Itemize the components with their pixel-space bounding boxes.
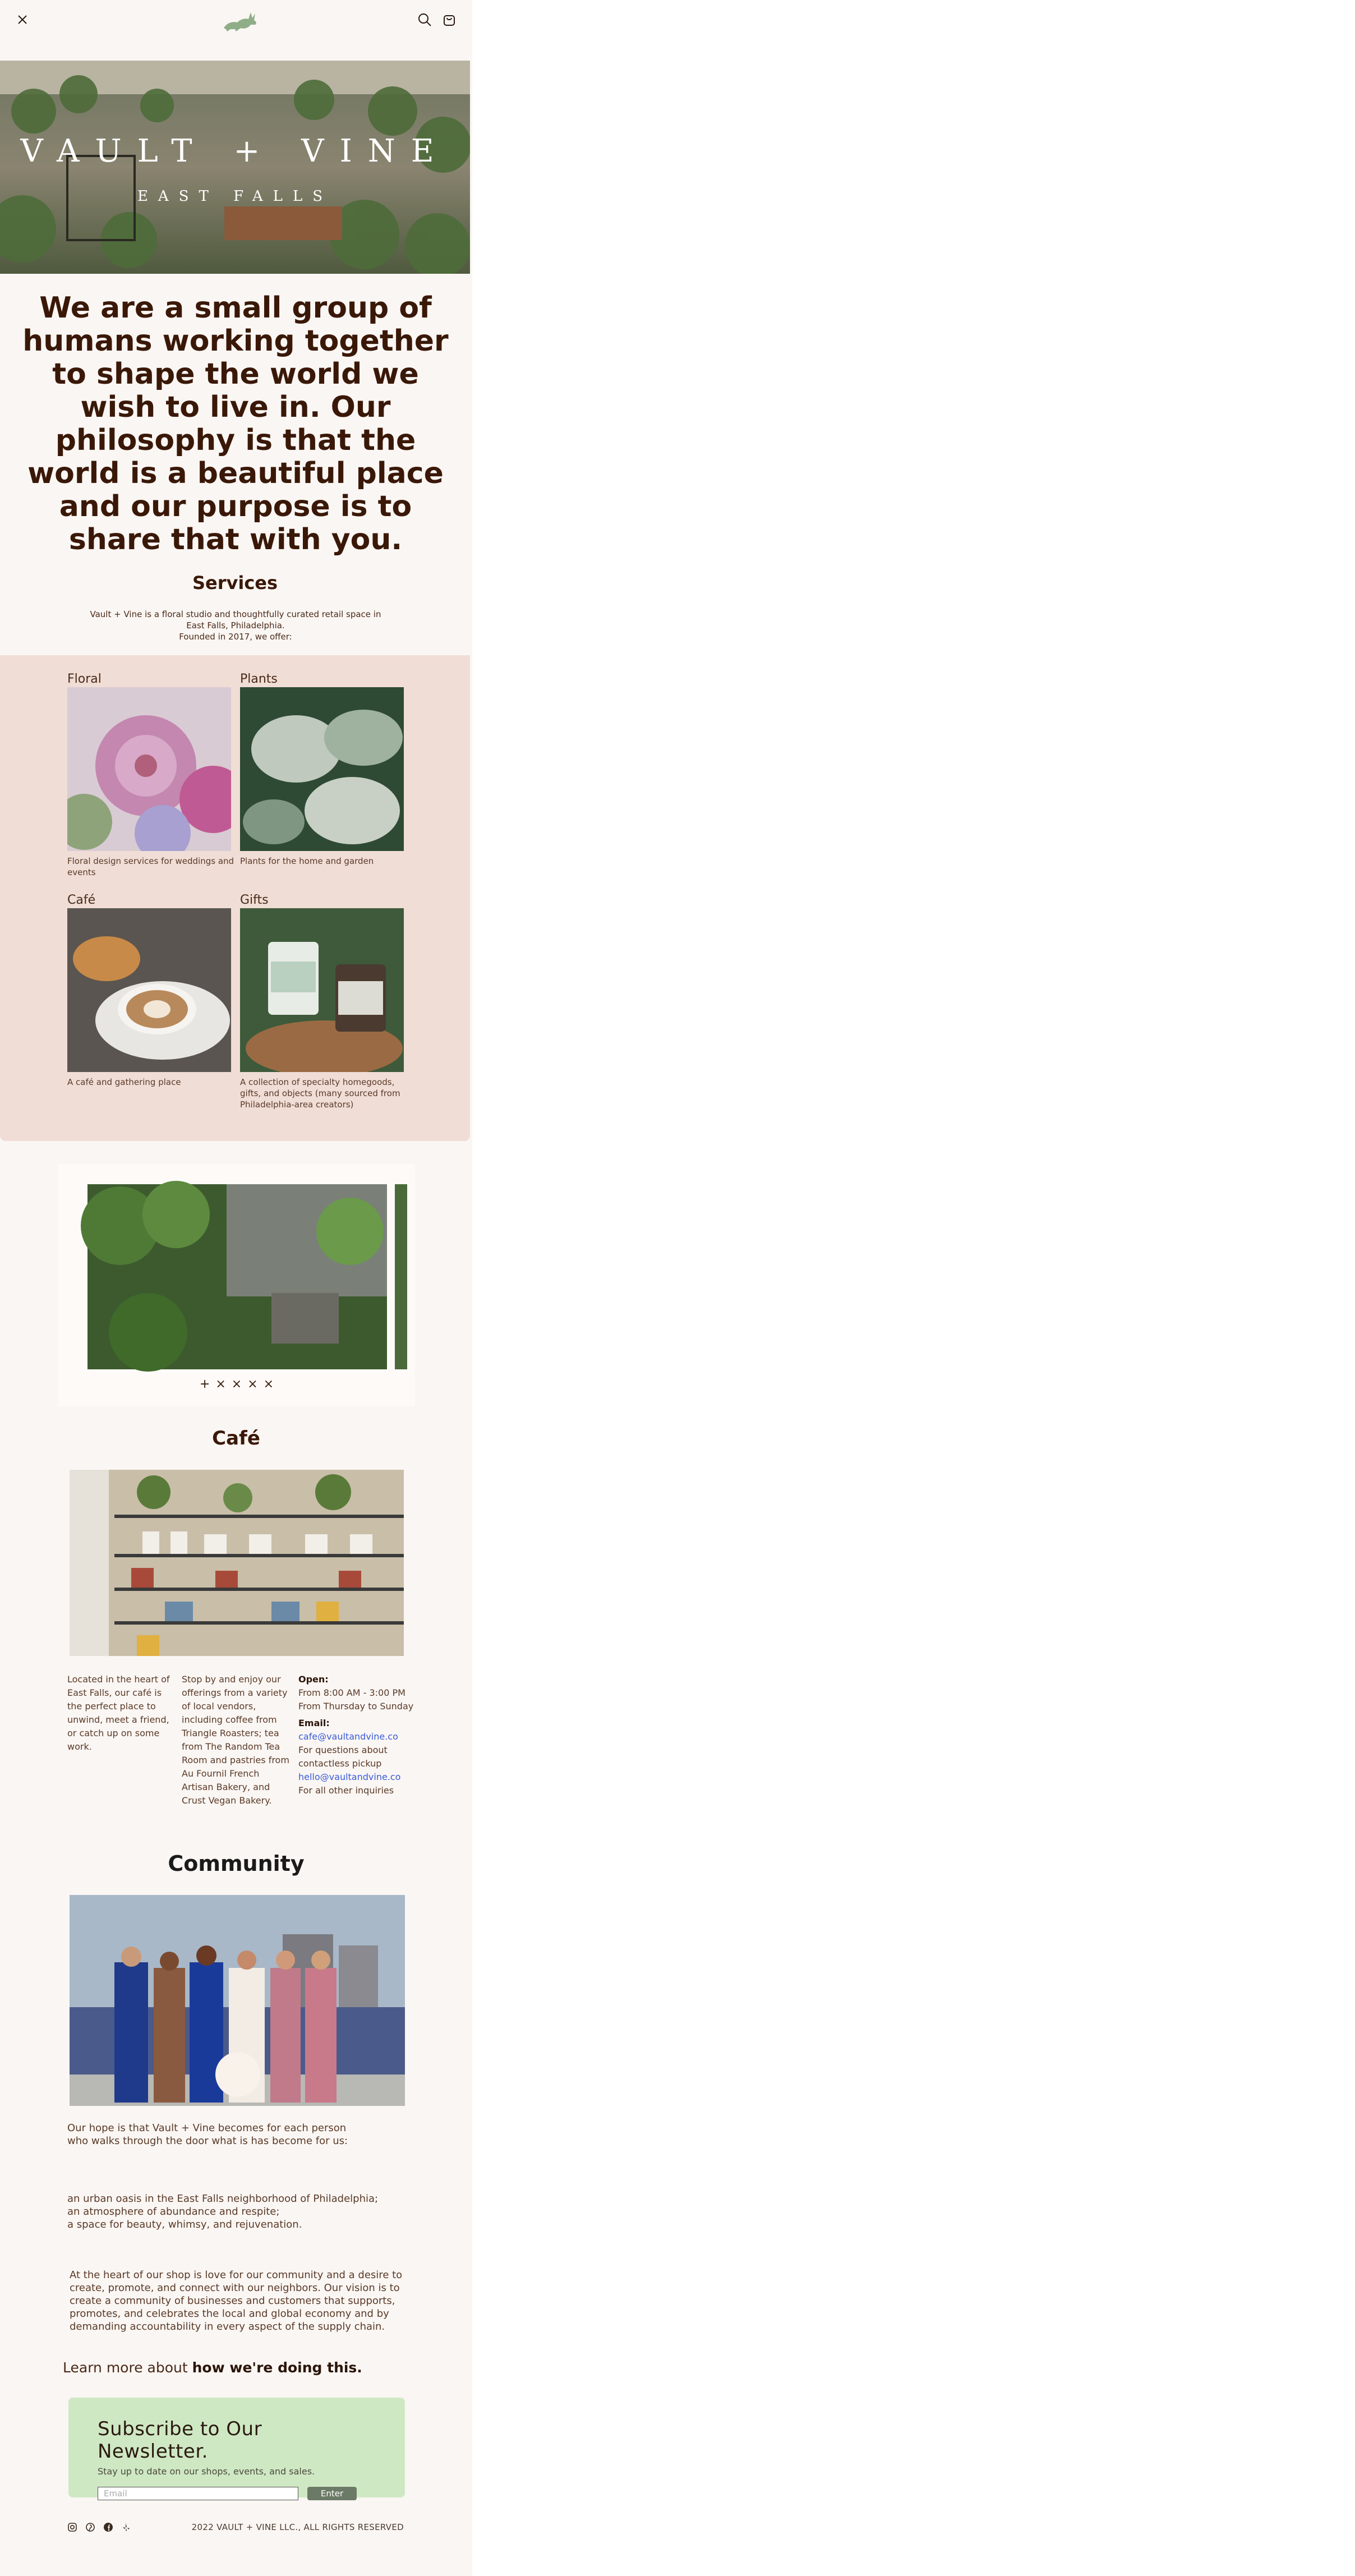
cafe-email-link[interactable]: cafe@vaultandvine.co: [298, 1731, 398, 1742]
services-panel: Floral Floral design services for weddin…: [0, 655, 470, 1141]
page: VAULT + VINE EAST FALLS We are a small g…: [0, 0, 472, 2576]
carousel-slide: [81, 1181, 407, 1372]
service-label: Plants: [240, 672, 278, 686]
hero-image: VAULT + VINE EAST FALLS: [0, 61, 470, 274]
community-text-line: a space for beauty, whimsy, and rejuvena…: [67, 2219, 302, 2230]
carousel-dot[interactable]: ×: [247, 1377, 257, 1391]
services-intro-line: Vault + Vine is a floral studio and thou…: [90, 609, 381, 619]
yelp-icon[interactable]: [121, 2522, 131, 2532]
cafe-shelf-image: [70, 1470, 404, 1656]
hello-email-link[interactable]: hello@vaultandvine.co: [298, 1772, 400, 1782]
close-icon[interactable]: [16, 13, 29, 26]
gifts-image: [240, 908, 404, 1072]
service-description: A collection of specialty homegoods, gif…: [240, 1077, 400, 1110]
pinterest-icon[interactable]: [85, 2522, 95, 2532]
facebook-icon[interactable]: [103, 2522, 113, 2532]
cafe-hours: From 8:00 AM - 3:00 PM: [298, 1687, 405, 1698]
search-icon[interactable]: [417, 12, 432, 27]
open-label: Open:: [298, 1674, 329, 1685]
hero-title: VAULT + VINE: [20, 133, 449, 169]
service-description: A café and gathering place: [67, 1077, 181, 1087]
carousel-dot[interactable]: ×: [232, 1377, 242, 1391]
community-text-line: who walks through the door what is has b…: [67, 2135, 348, 2147]
learn-more-link[interactable]: how we're doing this.: [192, 2359, 362, 2376]
services-intro: Vault + Vine is a floral studio and thou…: [67, 609, 404, 642]
learn-more-prefix: Learn more about: [63, 2359, 188, 2376]
cafe-email-note: For questions about contactless pickup: [298, 1745, 388, 1769]
floral-image: [67, 687, 231, 851]
social-links: [67, 2522, 131, 2532]
service-label: Café: [67, 893, 96, 907]
mission-statement: We are a small group of humans working t…: [22, 291, 449, 556]
community-oasis: an urban oasis in the East Falls neighbo…: [67, 2192, 426, 2231]
service-cafe[interactable]: Café A café and gathering place: [67, 893, 236, 1088]
copyright: 2022 VAULT + VINE LLC., ALL RIGHTS RESER…: [191, 2522, 404, 2532]
hello-email-note: For all other inquiries: [298, 1785, 394, 1796]
service-label: Gifts: [240, 893, 269, 907]
community-title: Community: [168, 1851, 305, 1876]
community-text-line: an atmosphere of abundance and respite;: [67, 2206, 280, 2218]
service-gifts[interactable]: Gifts A collection of specialty homegood…: [240, 893, 408, 1110]
plants-image: [240, 687, 404, 851]
services-intro-line: East Falls, Philadelphia.: [186, 620, 285, 631]
carousel-dot[interactable]: ×: [215, 1377, 225, 1391]
community-photo: [70, 1895, 405, 2106]
services-title: Services: [192, 572, 278, 594]
service-floral[interactable]: Floral Floral design services for weddin…: [67, 672, 236, 878]
carousel-dots: + × × × ×: [58, 1377, 415, 1391]
newsletter-panel: Subscribe to Our Newsletter. Stay up to …: [68, 2398, 405, 2500]
service-description: Plants for the home and garden: [240, 856, 374, 866]
services-intro-line: Founded in 2017, we offer:: [179, 632, 292, 642]
cafe-service-image: [67, 908, 231, 1072]
community-vision: At the heart of our shop is love for our…: [70, 2269, 403, 2333]
service-label: Floral: [67, 672, 102, 686]
service-plants[interactable]: Plants Plants for the home and garden: [240, 672, 408, 867]
newsletter-title: Subscribe to Our Newsletter.: [98, 2418, 262, 2463]
top-bar: [0, 0, 472, 39]
community-text-line: Our hope is that Vault + Vine becomes fo…: [67, 2122, 347, 2134]
cafe-title: Café: [212, 1427, 260, 1450]
enter-button[interactable]: Enter: [307, 2487, 357, 2500]
newsletter-subtitle: Stay up to date on our shops, events, an…: [98, 2466, 315, 2477]
cafe-info: Open: From 8:00 AM - 3:00 PM From Thursd…: [298, 1673, 422, 1797]
cart-icon[interactable]: [442, 12, 457, 27]
rabbit-logo[interactable]: [222, 7, 259, 33]
community-text-line: an urban oasis in the East Falls neighbo…: [67, 2193, 379, 2205]
cafe-about-text: Located in the heart of East Falls, our …: [67, 1674, 170, 1752]
community-hope: Our hope is that Vault + Vine becomes fo…: [67, 2122, 404, 2147]
hero-subtitle: EAST FALLS: [137, 188, 333, 205]
cafe-vendors-text: Stop by and enjoy our offerings from a v…: [182, 1674, 289, 1806]
email-label: Email:: [298, 1718, 330, 1728]
photo-carousel[interactable]: + × × × ×: [58, 1164, 415, 1406]
carousel-dot[interactable]: ×: [264, 1377, 274, 1391]
service-description: Floral design services for weddings and …: [67, 856, 234, 877]
cafe-days: From Thursday to Sunday: [298, 1701, 414, 1712]
email-input[interactable]: Email: [98, 2487, 298, 2500]
footer: 2022 VAULT + VINE LLC., ALL RIGHTS RESER…: [67, 2522, 404, 2532]
learn-more: Learn more about how we're doing this.: [63, 2359, 362, 2376]
instagram-icon[interactable]: [67, 2522, 77, 2532]
carousel-dot[interactable]: +: [200, 1377, 210, 1391]
